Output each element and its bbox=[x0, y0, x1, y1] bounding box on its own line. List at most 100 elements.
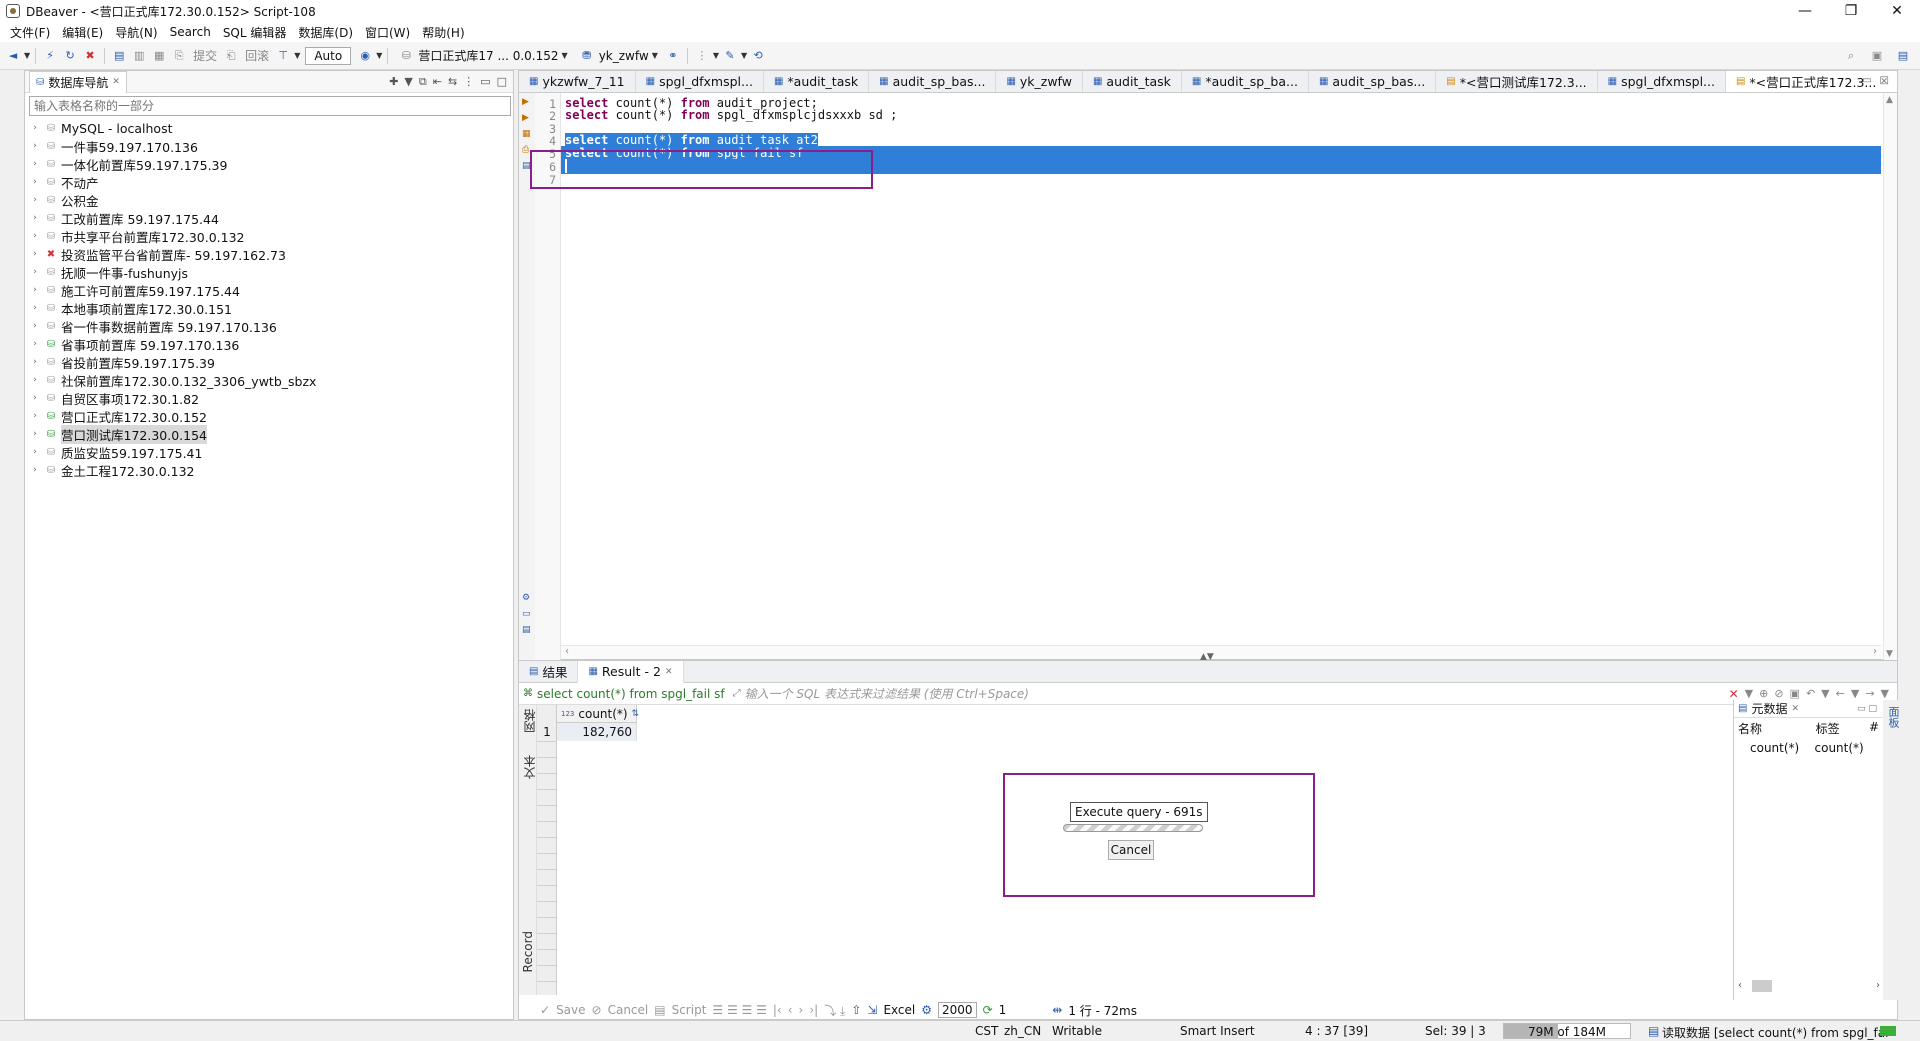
navigator-connection-item[interactable]: › ⛁ MySQL - localhost bbox=[29, 119, 513, 137]
chevron-down-icon[interactable]: ▼ bbox=[1745, 687, 1753, 700]
maximize-icon[interactable]: □ bbox=[497, 75, 507, 89]
metadata-scrollbar[interactable]: ‹ › bbox=[1734, 980, 1884, 994]
chevron-left-icon[interactable]: ‹ bbox=[1738, 980, 1742, 991]
editor-tab[interactable]: ▦ *audit_task bbox=[764, 71, 870, 92]
navigator-connection-item[interactable]: › ⛁ 一件事59.197.170.136 bbox=[29, 137, 513, 155]
row-number[interactable]: 1 bbox=[537, 723, 557, 741]
excel-icon[interactable]: ⇲ bbox=[867, 1003, 877, 1017]
rollback-button[interactable]: 回滚 bbox=[242, 47, 272, 64]
menu-help[interactable]: 帮助(H) bbox=[416, 24, 470, 41]
chevron-right-icon[interactable]: › bbox=[29, 231, 41, 241]
link-icon[interactable]: ⇆ bbox=[448, 75, 457, 89]
last-page-icon[interactable]: ›| bbox=[809, 1003, 818, 1017]
restore-button[interactable]: ❐ bbox=[1828, 0, 1874, 22]
chevron-down-icon[interactable]: ▼ bbox=[1881, 687, 1889, 700]
chevron-down-icon[interactable]: ▼ bbox=[741, 51, 747, 60]
editor-tab[interactable]: ▦ audit_sp_bas... bbox=[869, 71, 997, 92]
editor-tab[interactable]: ▦ yk_zwfw bbox=[996, 71, 1083, 92]
chevron-up-icon[interactable]: ▲ bbox=[1886, 95, 1893, 105]
menu-search[interactable]: Search bbox=[164, 25, 217, 39]
editor-tab[interactable]: ▦ audit_sp_bas... bbox=[1309, 71, 1437, 92]
editor-vertical-scrollbar[interactable]: ▲ ▼ bbox=[1883, 93, 1897, 661]
navigator-connection-item[interactable]: › ✖ 投资监管平台省前置库- 59.197.162.73 bbox=[29, 245, 513, 263]
export-icon[interactable]: ⇧ bbox=[851, 1003, 861, 1017]
chevron-right-icon[interactable]: › bbox=[29, 303, 41, 313]
navigator-connection-item[interactable]: › ⛁ 省事项前置库 59.197.170.136 bbox=[29, 335, 513, 353]
chevron-down-icon[interactable]: ▼ bbox=[404, 75, 412, 89]
script-icon[interactable]: ▤ bbox=[654, 1003, 665, 1017]
datasource-selector[interactable]: ⛁ 营口正式库17 ... 0.0.152 ▼ bbox=[393, 47, 571, 65]
prev-page-icon[interactable]: ‹ bbox=[788, 1003, 793, 1017]
transaction-icon[interactable]: ▤ bbox=[110, 47, 128, 65]
chevron-right-icon[interactable]: › bbox=[1876, 980, 1880, 991]
chevron-right-icon[interactable]: › bbox=[29, 429, 41, 439]
navigator-connection-item[interactable]: › ⛁ 自贸区事项172.30.1.82 bbox=[29, 389, 513, 407]
navigator-connection-item[interactable]: › ⛁ 营口测试库172.30.0.154 bbox=[29, 424, 513, 444]
menu-navigate[interactable]: 导航(N) bbox=[109, 24, 163, 41]
navigator-connection-item[interactable]: › ⛁ 省投前置库59.197.175.39 bbox=[29, 353, 513, 371]
metadata-col-label[interactable]: 标签 bbox=[1816, 720, 1869, 737]
filter-settings-icon[interactable]: ⊘ bbox=[1774, 687, 1783, 700]
navigator-connection-item[interactable]: › ⛁ 施工许可前置库59.197.175.44 bbox=[29, 281, 513, 299]
commit-icon[interactable]: ⎘ bbox=[170, 47, 188, 65]
edit-row-icons[interactable]: ☰ ☰ ☰ ☰ bbox=[712, 1003, 766, 1017]
auto-commit-toggle[interactable]: Auto bbox=[305, 46, 352, 65]
chevron-left-icon[interactable]: ‹ bbox=[565, 646, 569, 657]
log-icon[interactable]: ▤ bbox=[522, 625, 531, 635]
chevron-right-icon[interactable]: › bbox=[29, 411, 41, 421]
menu-edit[interactable]: 编辑(E) bbox=[56, 24, 109, 41]
navigator-connection-item[interactable]: › ⛁ 质监安监59.197.175.41 bbox=[29, 443, 513, 461]
output-icon[interactable]: ▭ bbox=[522, 609, 531, 619]
script-button[interactable]: Script bbox=[672, 1003, 707, 1017]
back-icon[interactable]: ← bbox=[1836, 687, 1845, 700]
settings-icon[interactable]: ⚙ bbox=[921, 1003, 932, 1017]
vtab-text[interactable]: 文本 bbox=[521, 755, 538, 779]
history-back-icon[interactable]: ↶ bbox=[1806, 687, 1815, 700]
execute-script-icon[interactable]: ▶ bbox=[522, 113, 529, 123]
chevron-down-icon[interactable]: ▼ bbox=[376, 51, 382, 60]
metadata-col-extra[interactable]: # bbox=[1869, 720, 1879, 737]
chevron-right-icon[interactable]: › bbox=[29, 267, 41, 277]
panels-vtab[interactable]: 面板 bbox=[1885, 706, 1901, 728]
navigator-connection-item[interactable]: › ⛁ 本地事项前置库172.30.0.151 bbox=[29, 299, 513, 317]
close-icon[interactable]: ✕ bbox=[112, 77, 120, 87]
chevron-down-icon[interactable]: ▼ bbox=[294, 51, 300, 60]
search-icon[interactable]: ⌕ bbox=[1842, 47, 1860, 65]
reconnect-icon[interactable]: ↻ bbox=[61, 47, 79, 65]
chevron-right-icon[interactable]: › bbox=[29, 357, 41, 367]
save-filter-icon[interactable]: ▣ bbox=[1790, 687, 1800, 700]
format-icon[interactable]: ⋮ bbox=[693, 47, 711, 65]
fetch-more-icon[interactable]: ⤵ ⤓ bbox=[824, 1002, 845, 1019]
explain-plan-icon[interactable]: ▦ bbox=[522, 129, 531, 139]
navigator-connection-item[interactable]: › ⛁ 不动产 bbox=[29, 173, 513, 191]
link-editor-icon[interactable]: ⚭ bbox=[664, 47, 682, 65]
close-icon[interactable]: ✕ bbox=[665, 667, 673, 677]
connect-icon[interactable]: ⚡ bbox=[41, 47, 59, 65]
chevron-right-icon[interactable]: › bbox=[29, 339, 41, 349]
menu-window[interactable]: 窗口(W) bbox=[359, 24, 416, 41]
chevron-down-icon[interactable]: ▼ bbox=[713, 51, 719, 60]
load-script-icon[interactable]: ⎙ bbox=[522, 145, 529, 155]
chevron-right-icon[interactable]: › bbox=[1873, 646, 1877, 657]
result-filter-input[interactable]: 输入一个 SQL 表达式来过滤结果 (使用 Ctrl+Space) bbox=[745, 685, 1729, 702]
column-header-count[interactable]: 123 count(*) ⇅ bbox=[557, 705, 639, 723]
save-icon[interactable]: ✓ bbox=[540, 1003, 550, 1017]
clear-filter-icon[interactable]: ✕ bbox=[1729, 687, 1739, 701]
close-icon[interactable]: ✕ bbox=[1791, 704, 1799, 714]
isolation-icon[interactable]: ◉ bbox=[356, 47, 374, 65]
editor-tab[interactable]: ▦ audit_task bbox=[1083, 71, 1182, 92]
navigator-connection-item[interactable]: › ⛁ 一体化前置库59.197.175.39 bbox=[29, 155, 513, 173]
tools-icon[interactable]: ✎ bbox=[721, 47, 739, 65]
close-button[interactable]: ✕ bbox=[1874, 0, 1920, 22]
chevron-right-icon[interactable]: › bbox=[29, 465, 41, 475]
navigator-filter-input[interactable] bbox=[29, 96, 511, 116]
chevron-right-icon[interactable]: › bbox=[29, 447, 41, 457]
menu-file[interactable]: 文件(F) bbox=[4, 24, 56, 41]
pending-transactions-icon[interactable]: ▦ bbox=[150, 47, 168, 65]
schema-selector[interactable]: ⛃ yk_zwfw ▼ bbox=[574, 47, 662, 65]
minimize-icon[interactable]: ▭ bbox=[480, 75, 490, 89]
navigator-connection-item[interactable]: › ⛁ 金土工程172.30.0.132 bbox=[29, 461, 513, 479]
view-menu-icon[interactable]: ⋮ bbox=[463, 75, 474, 89]
new-connection-icon[interactable]: ✚ bbox=[389, 75, 398, 89]
menu-sql-editor[interactable]: SQL 编辑器 bbox=[217, 24, 293, 41]
